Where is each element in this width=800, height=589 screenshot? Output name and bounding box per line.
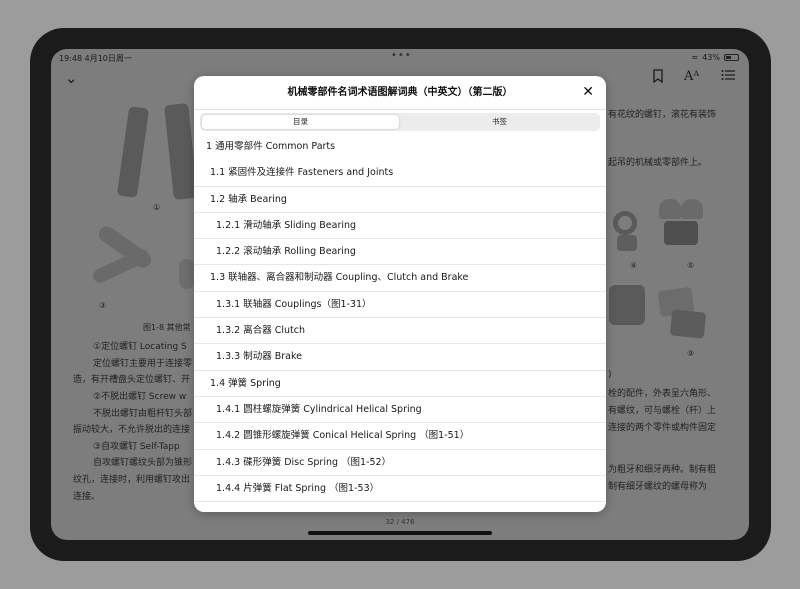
wifi-icon: ≈: [691, 53, 699, 62]
multitasking-dots[interactable]: •••: [391, 50, 412, 61]
toc-item[interactable]: 1.2.1 滑动轴承 Sliding Bearing: [194, 213, 606, 240]
list-icon[interactable]: [721, 69, 735, 85]
figure-caption: 图1-8 其他常: [143, 323, 191, 332]
toc-item[interactable]: 1.3 联轴器、离合器和制动器 Coupling、Clutch and Brak…: [194, 265, 606, 292]
text-line: ①定位螺钉 Locating S: [93, 342, 187, 352]
text-line: 起吊的机械或零部件上。: [608, 158, 708, 168]
tab-contents[interactable]: 目录: [202, 115, 399, 129]
text-line: 自攻螺钉螺纹头部为锥形: [93, 458, 193, 468]
text-line: 造，有开槽盘头定位螺钉、开: [73, 375, 191, 385]
toc-item[interactable]: 1.3.1 联轴器 Couplings（图1-31）: [194, 292, 606, 319]
toc-list: 1 通用零部件 Common Parts 1.1 紧固件及连接件 Fastene…: [194, 134, 606, 503]
tablet-screen: 19:48 4月10日周一 ••• ≈ 43% ⌄ Aᴬ ① ③ 图1-8 其他…: [51, 49, 749, 540]
text-line: 连接的两个零件或构件固定: [608, 423, 717, 433]
page-indicator: 32 / 476: [385, 518, 415, 526]
toc-item[interactable]: 1.4.2 圆锥形螺旋弹簧 Conical Helical Spring （图1…: [194, 423, 606, 450]
segmented-control: 目录 书签: [200, 113, 600, 131]
bookmark-icon[interactable]: [652, 69, 664, 87]
toc-item[interactable]: 1.4 弹簧 Spring: [194, 371, 606, 397]
text-line: 不脱出螺钉由粗杆钉头部: [93, 409, 193, 419]
status-time: 19:48 4月10日周一: [59, 54, 132, 63]
chevron-down-icon[interactable]: ⌄: [65, 69, 78, 87]
status-right: ≈ 43%: [692, 53, 739, 62]
toc-item[interactable]: 1.3.2 离合器 Clutch: [194, 318, 606, 345]
toc-item[interactable]: 1.4.4 片弹簧 Flat Spring （图1-53）: [194, 476, 606, 503]
figure-label: ⑨: [687, 349, 695, 358]
text-line: 制有细牙螺纹的螺母称为: [608, 482, 708, 492]
status-bar: 19:48 4月10日周一 ••• ≈ 43%: [51, 49, 749, 67]
text-line: 为粗牙和细牙两种。制有粗: [608, 465, 717, 475]
figure-label: ④: [630, 261, 638, 270]
figure-label: ⑤: [687, 261, 695, 270]
battery-percent: 43%: [702, 53, 720, 62]
tab-bookmarks[interactable]: 书签: [401, 115, 598, 129]
toc-item[interactable]: 1.3.3 制动器 Brake: [194, 344, 606, 371]
text-line: 定位螺钉主要用于连接零: [93, 359, 193, 369]
toc-item[interactable]: 1.4.1 圆柱螺旋弹簧 Cylindrical Helical Spring: [194, 397, 606, 424]
toc-item[interactable]: 1.1 紧固件及连接件 Fasteners and Joints: [194, 160, 606, 187]
text-line: ): [608, 370, 612, 380]
text-line: 有花纹的螺钉，滚花有装饰: [608, 110, 717, 120]
figure-label: ③: [99, 301, 107, 310]
toc-item[interactable]: 1.4.3 碟形弹簧 Disc Spring （图1-52）: [194, 450, 606, 476]
text-line: 纹孔，连接时，利用螺钉攻出: [73, 475, 191, 485]
text-line: 连接。: [73, 492, 101, 502]
toc-modal: 机械零部件名词术语图解词典（中英文）（第二版） ✕ 目录 书签 1 通用零部件 …: [194, 76, 606, 512]
figure-label: ①: [153, 203, 161, 212]
text-line: ③自攻螺钉 Self-Tapp: [93, 442, 180, 452]
home-indicator[interactable]: [308, 531, 492, 535]
text-line: 振动较大，不允许脱出的连接: [73, 425, 191, 435]
modal-title: 机械零部件名词术语图解词典（中英文）（第二版）: [194, 76, 606, 110]
toc-item[interactable]: 1 通用零部件 Common Parts: [194, 134, 606, 160]
battery-icon: [724, 54, 739, 61]
toc-item[interactable]: 1.2 轴承 Bearing: [194, 187, 606, 213]
text-line: ②不脱出螺钉 Screw w: [93, 392, 187, 402]
text-line: 有螺纹，可与螺栓（杆）上: [608, 406, 717, 416]
text-line: 栓的配件，外表呈六角形、: [608, 389, 717, 399]
close-icon[interactable]: ✕: [582, 84, 594, 100]
toc-item[interactable]: 1.2.2 滚动轴承 Rolling Bearing: [194, 239, 606, 266]
font-size-icon[interactable]: Aᴬ: [684, 69, 699, 84]
